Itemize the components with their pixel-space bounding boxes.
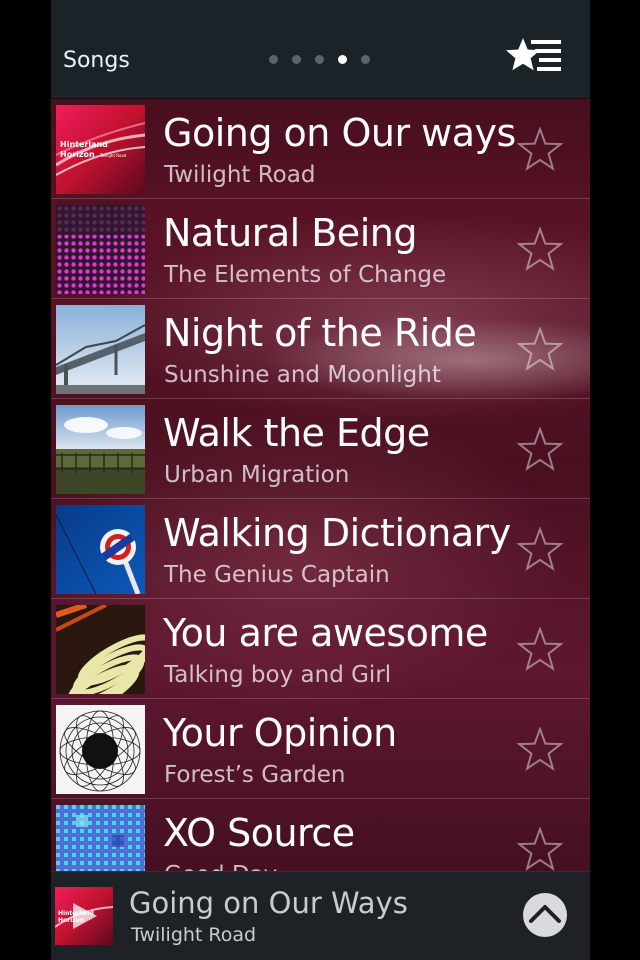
song-row[interactable]: Your Opinion Forest’s Garden xyxy=(51,699,590,799)
song-title: Natural Being xyxy=(163,211,417,255)
chevron-up-icon xyxy=(529,905,561,923)
song-title: Night of the Ride xyxy=(163,311,477,355)
song-title: Your Opinion xyxy=(163,711,397,755)
svg-text:Twilight Road: Twilight Road xyxy=(99,153,127,158)
blue-sign-art xyxy=(56,505,145,594)
star-outline-icon xyxy=(516,526,564,571)
song-row[interactable]: Natural Being The Elements of Change xyxy=(51,199,590,299)
star-outline-icon xyxy=(516,826,564,871)
song-list: Hinterland Horizon Twilight Road Going o… xyxy=(51,99,590,899)
song-row[interactable]: Walking Dictionary The Genius Captain xyxy=(51,499,590,599)
favorite-star-button[interactable] xyxy=(516,426,564,473)
yellow-coil-art xyxy=(56,605,145,694)
now-playing-title: Going on Our Ways xyxy=(129,886,408,920)
svg-text:Hinterland: Hinterland xyxy=(60,140,108,149)
star-outline-icon xyxy=(516,726,564,771)
star-outline-icon xyxy=(516,326,564,371)
svg-text:Horizon: Horizon xyxy=(60,150,95,159)
now-playing-artist: Twilight Road xyxy=(131,924,257,946)
page-dot-4[interactable] xyxy=(338,55,347,64)
star-list-icon xyxy=(506,38,561,71)
star-outline-icon xyxy=(516,426,564,471)
song-artist: Sunshine and Moonlight xyxy=(164,362,441,388)
favorite-star-button[interactable] xyxy=(516,526,564,573)
now-playing-bar[interactable]: Hinterland Horizon Going on Our Ways Twi… xyxy=(51,871,590,960)
bridge-photo-art xyxy=(56,305,145,394)
song-title: Walking Dictionary xyxy=(163,511,511,555)
song-artist: Urban Migration xyxy=(164,462,350,488)
favorite-star-button[interactable] xyxy=(516,226,564,273)
favorites-list-button[interactable] xyxy=(505,36,565,80)
star-outline-icon xyxy=(516,626,564,671)
songs-screen: Songs Hinterland Horizon Twilight Road G… xyxy=(51,0,590,960)
play-icon[interactable] xyxy=(55,887,113,945)
page-dot-3[interactable] xyxy=(315,55,324,64)
song-artist: The Genius Captain xyxy=(164,562,390,588)
song-artist: Talking boy and Girl xyxy=(164,662,392,688)
song-title: Going on Our ways xyxy=(163,111,516,155)
song-artist: Twilight Road xyxy=(164,162,316,188)
magenta-dots-art xyxy=(56,205,145,294)
song-row[interactable]: Hinterland Horizon Twilight Road Going o… xyxy=(51,99,590,199)
page-indicator xyxy=(269,55,370,64)
favorite-star-button[interactable] xyxy=(516,726,564,773)
song-row[interactable]: You are awesome Talking boy and Girl xyxy=(51,599,590,699)
song-title: XO Source xyxy=(163,811,355,855)
favorite-star-button[interactable] xyxy=(516,326,564,373)
fence-landscape-art xyxy=(56,405,145,494)
now-playing-art[interactable]: Hinterland Horizon xyxy=(55,887,113,945)
page-dot-2[interactable] xyxy=(292,55,301,64)
page-dot-5[interactable] xyxy=(361,55,370,64)
favorite-star-button[interactable] xyxy=(516,126,564,173)
song-artist: Forest’s Garden xyxy=(164,762,346,788)
song-title: Walk the Edge xyxy=(163,411,430,455)
star-outline-icon xyxy=(516,226,564,271)
page-title: Songs xyxy=(63,48,130,73)
song-row[interactable]: Night of the Ride Sunshine and Moonlight xyxy=(51,299,590,399)
spiral-pattern-art xyxy=(56,705,145,794)
page-dot-1[interactable] xyxy=(269,55,278,64)
header-bar: Songs xyxy=(51,0,590,99)
song-title: You are awesome xyxy=(163,611,488,655)
song-artist: The Elements of Change xyxy=(164,262,447,288)
hinterland-horizon-art: Hinterland Horizon Twilight Road xyxy=(56,105,145,194)
expand-player-button[interactable] xyxy=(523,893,567,937)
song-row[interactable]: Walk the Edge Urban Migration xyxy=(51,399,590,499)
star-outline-icon xyxy=(516,126,564,171)
favorite-star-button[interactable] xyxy=(516,826,564,873)
favorite-star-button[interactable] xyxy=(516,626,564,673)
